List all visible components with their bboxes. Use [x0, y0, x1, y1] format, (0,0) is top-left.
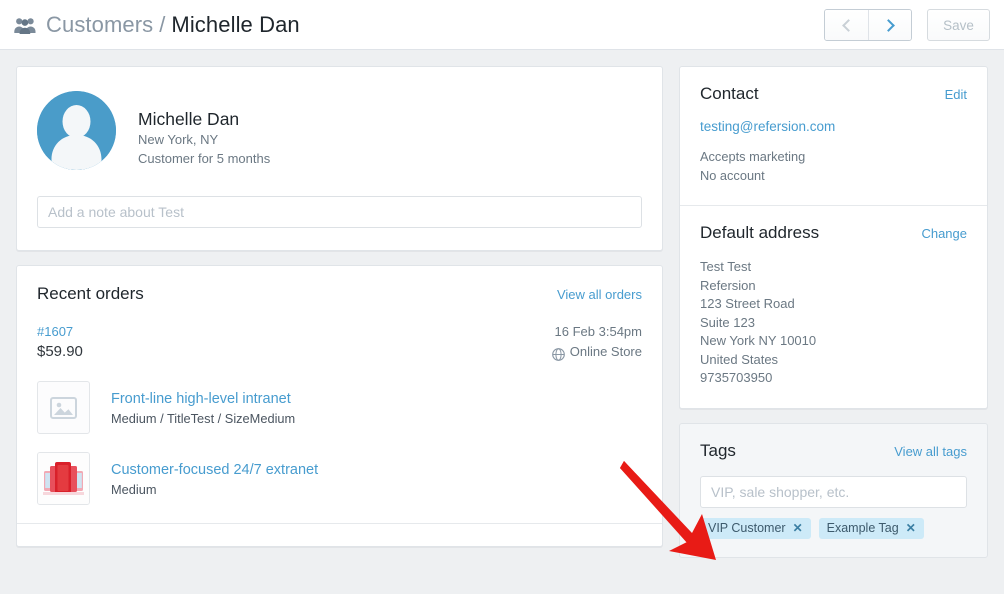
default-address-header: Default address Change: [700, 223, 967, 243]
chevron-left-icon: [841, 18, 855, 32]
line-item-title-link[interactable]: Customer-focused 24/7 extranet: [111, 460, 318, 480]
view-all-tags-link[interactable]: View all tags: [894, 444, 967, 459]
tags-card: Tags View all tags VIP Customer ✕ Exampl…: [679, 422, 988, 558]
line-item: Customer-focused 24/7 extranet Medium: [37, 452, 642, 505]
edit-contact-link[interactable]: Edit: [945, 87, 967, 102]
orders-footer: [17, 524, 662, 546]
next-customer-button[interactable]: [868, 10, 911, 40]
order-date: 16 Feb 3:54pm: [554, 324, 642, 339]
tags-title: Tags: [700, 440, 736, 460]
tag-label: VIP Customer: [708, 520, 786, 535]
customer-profile: Michelle Dan New York, NY Customer for 5…: [17, 67, 662, 170]
close-icon[interactable]: ✕: [793, 522, 803, 534]
address-line: 9735703950: [700, 370, 773, 385]
line-item-meta: Front-line high-level intranet Medium / …: [111, 381, 295, 428]
order-channel: Online Store: [551, 341, 642, 363]
customer-name: Michelle Dan: [138, 109, 240, 129]
recent-orders-title: Recent orders: [37, 284, 144, 303]
line-item: Front-line high-level intranet Medium / …: [37, 381, 642, 434]
contact-title: Contact: [700, 84, 759, 103]
customer-note-input[interactable]: [37, 196, 642, 228]
marketing-status: Accepts marketing: [700, 149, 806, 164]
tag-label: Example Tag: [826, 520, 899, 535]
tag-pill-vip-customer[interactable]: VIP Customer ✕: [700, 517, 811, 539]
order-line-items: Front-line high-level intranet Medium / …: [17, 363, 662, 505]
order-channel-label: Online Store: [569, 344, 642, 359]
main-column: Michelle Dan New York, NY Customer for 5…: [16, 66, 663, 561]
line-item-thumbnail: [37, 452, 90, 505]
address-line: Suite 123: [700, 314, 755, 330]
contact-section: Contact Edit testing@refersion.com Accep…: [680, 67, 987, 205]
customer-email-link[interactable]: testing@refersion.com: [700, 119, 967, 134]
image-placeholder-icon: [50, 396, 77, 420]
line-item-variant: Medium: [111, 482, 157, 497]
close-icon[interactable]: ✕: [906, 522, 916, 534]
order-total: $59.90: [37, 343, 83, 360]
line-item-variant: Medium / TitleTest / SizeMedium: [111, 411, 296, 426]
line-item-meta: Customer-focused 24/7 extranet Medium: [111, 452, 318, 499]
customer-location: New York, NY: [138, 132, 219, 147]
order-summary-left: #1607 $59.90: [37, 323, 83, 363]
side-column: Contact Edit testing@refersion.com Accep…: [679, 66, 988, 558]
address-line: 123 Street Road: [700, 296, 795, 311]
previous-customer-button[interactable]: [825, 10, 868, 40]
tag-input[interactable]: [700, 475, 967, 508]
default-address-section: Default address Change Test Test Refersi…: [680, 205, 987, 408]
top-bar: Customers / Michelle Dan Save: [0, 0, 1004, 50]
customer-tenure: Customer for 5 months: [138, 151, 271, 166]
contact-card: Contact Edit testing@refersion.com Accep…: [679, 66, 988, 409]
order-summary: #1607 $59.90 16 Feb 3:54pm Online Store: [17, 304, 662, 363]
page-title: Michelle Dan: [171, 12, 300, 37]
account-status: No account: [700, 168, 765, 183]
line-item-title-link[interactable]: Front-line high-level intranet: [111, 389, 295, 409]
change-address-link[interactable]: Change: [921, 226, 967, 241]
breadcrumb-separator: /: [159, 12, 166, 37]
globe-icon: [551, 346, 565, 361]
customer-meta: Michelle Dan New York, NY Customer for 5…: [138, 91, 270, 168]
view-all-orders-link[interactable]: View all orders: [557, 287, 642, 302]
save-button[interactable]: Save: [927, 9, 990, 41]
tag-list: VIP Customer ✕ Example Tag ✕: [700, 517, 967, 539]
address-line: Refersion: [700, 277, 756, 293]
recent-orders-card: Recent orders View all orders #1607 $59.…: [16, 265, 663, 547]
tag-pill-example-tag[interactable]: Example Tag ✕: [818, 517, 924, 539]
user-avatar-icon: [37, 91, 116, 170]
product-photo-icon: [38, 453, 89, 504]
avatar: [37, 91, 116, 170]
line-item-thumbnail: [37, 381, 90, 434]
customer-detail-page: Customers / Michelle Dan Save Michelle D…: [0, 0, 1004, 594]
customer-profile-card: Michelle Dan New York, NY Customer for 5…: [16, 66, 663, 251]
address-line: New York NY 10010: [700, 333, 817, 348]
people-group-icon: [14, 17, 36, 34]
breadcrumb-parent-link[interactable]: Customers: [46, 12, 153, 38]
order-number-link[interactable]: #1607: [37, 323, 83, 341]
address-line: United States: [700, 351, 779, 367]
address-line: Test Test: [700, 259, 752, 274]
contact-header: Contact Edit: [700, 84, 967, 104]
order-summary-right: 16 Feb 3:54pm Online Store: [551, 323, 642, 363]
chevron-right-icon: [882, 18, 895, 32]
breadcrumb: Customers / Michelle Dan: [14, 8, 300, 42]
top-bar-actions: Save: [824, 9, 990, 41]
customer-note-wrapper: [17, 170, 662, 250]
recent-orders-header: Recent orders View all orders: [17, 266, 662, 304]
tags-header: Tags View all tags: [700, 441, 967, 461]
record-pager: [824, 9, 912, 41]
default-address-title: Default address: [700, 223, 820, 242]
